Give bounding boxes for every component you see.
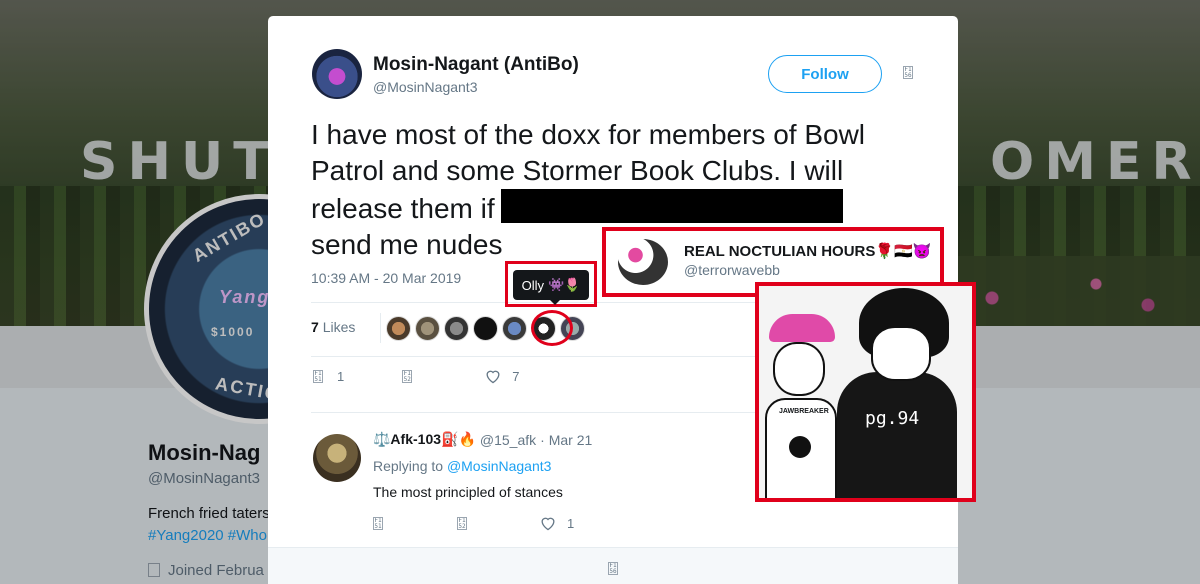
tweet-text-line: Patrol and some Stormer Book Clubs. I wi… (311, 155, 844, 186)
liker-avatar[interactable] (473, 316, 498, 341)
liker-avatar[interactable] (502, 316, 527, 341)
reply-author-avatar[interactable] (313, 434, 361, 482)
likes-count[interactable]: 7 Likes (311, 319, 355, 335)
footer-icon: F1 56 (608, 562, 618, 575)
annotation-avatar-enlarged: pg.94 JAWBREAKER (755, 282, 976, 502)
user-card-name[interactable]: REAL NOCTULIAN HOURS🌹🇪🇬👿 (684, 242, 931, 260)
annotation-circle (531, 310, 573, 346)
tweet-timestamp[interactable]: 10:39 AM - 20 Mar 2019 (311, 270, 461, 286)
tweet-text-line: I have most of the doxx for members of B… (311, 119, 866, 150)
author-avatar[interactable] (312, 49, 362, 99)
reply-icon[interactable]: F1 51 (373, 516, 383, 530)
tooltip-arrow (550, 300, 560, 305)
image-jacket-text: pg.94 (865, 408, 920, 429)
author-name[interactable]: Mosin-Nagant (AntiBo) (373, 54, 579, 76)
user-card-avatar[interactable] (618, 239, 668, 285)
reply-icon[interactable]: F1 51 (313, 369, 323, 383)
reply-author-name[interactable]: ⚖️Afk-103 (373, 431, 441, 448)
reply-actions: F1 51 F1 52 1 (373, 515, 574, 531)
replying-prefix: Replying to (373, 458, 444, 474)
more-options-icon[interactable]: F1 56 (903, 66, 913, 79)
image-kid-face (773, 342, 825, 396)
image-face (871, 326, 931, 381)
author-handle[interactable]: @MosinNagant3 (373, 79, 478, 95)
tweet-text-line-3: release them if (311, 189, 931, 227)
image-shirt-logo (789, 436, 811, 458)
likes-separator (380, 313, 381, 343)
liker-tooltip: Olly 👾🌷 (513, 270, 589, 300)
image-pink-cap (769, 314, 835, 342)
user-card-handle[interactable]: @terrorwavebb (684, 262, 780, 278)
tooltip-name: Olly (521, 277, 544, 293)
replying-to: Replying to @MosinNagant3 (373, 458, 551, 474)
redaction-bar (500, 189, 843, 223)
liker-avatar[interactable] (415, 316, 440, 341)
liker-avatar[interactable] (444, 316, 469, 341)
follow-button[interactable]: Follow (768, 55, 882, 93)
modal-footer: F1 56 (268, 547, 958, 584)
retweet-icon[interactable]: F1 52 (402, 369, 413, 383)
heart-icon[interactable] (539, 515, 557, 531)
likes-label: Likes (322, 319, 356, 335)
likes-number: 7 (311, 319, 319, 335)
heart-icon[interactable] (484, 368, 502, 384)
reply-author-emoji: ⛽🔥 (441, 431, 476, 447)
image-shirt-text: JAWBREAKER (779, 408, 829, 415)
reply-author-handle[interactable]: @15_afk (480, 432, 536, 448)
reply-like-count: 1 (567, 515, 575, 531)
retweet-icon[interactable]: F1 52 (457, 516, 467, 530)
reply-count: 1 (337, 368, 345, 384)
liker-avatar[interactable] (386, 316, 411, 341)
tweet-actions: F1 51 1 F1 52 7 (313, 368, 519, 384)
image-jacket (837, 372, 957, 498)
replying-to-handle[interactable]: @MosinNagant3 (447, 458, 552, 474)
tooltip-emoji: 👾🌷 (548, 277, 581, 292)
reply-text: The most principled of stances (373, 484, 563, 500)
reply-date[interactable]: · Mar 21 (540, 432, 592, 448)
like-count: 7 (512, 368, 520, 384)
reply-header: ⚖️Afk-103 ⛽🔥 @15_afk · Mar 21 (373, 431, 592, 448)
tweet-text-segment: release them if (311, 193, 495, 224)
